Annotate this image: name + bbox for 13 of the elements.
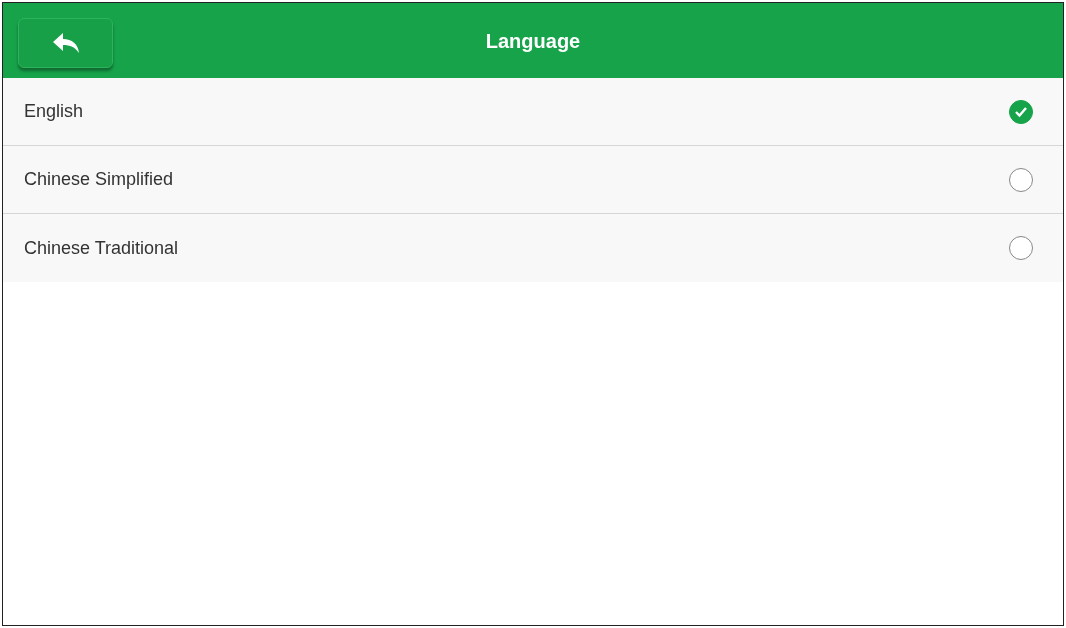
checkmark-icon <box>1014 105 1028 118</box>
radio-button[interactable] <box>1009 236 1033 260</box>
language-option[interactable]: Chinese Simplified <box>3 146 1063 214</box>
language-option[interactable]: Chinese Traditional <box>3 214 1063 282</box>
language-label: English <box>24 100 84 123</box>
back-button[interactable] <box>18 18 113 68</box>
back-arrow-icon <box>51 31 80 55</box>
page-title: Language <box>485 28 581 54</box>
radio-button[interactable] <box>1009 167 1033 192</box>
language-label: Chinese Traditional <box>24 236 179 260</box>
language-option[interactable]: English <box>3 78 1063 146</box>
language-label: Chinese Simplified <box>24 168 174 191</box>
radio-button[interactable] <box>1009 99 1033 124</box>
